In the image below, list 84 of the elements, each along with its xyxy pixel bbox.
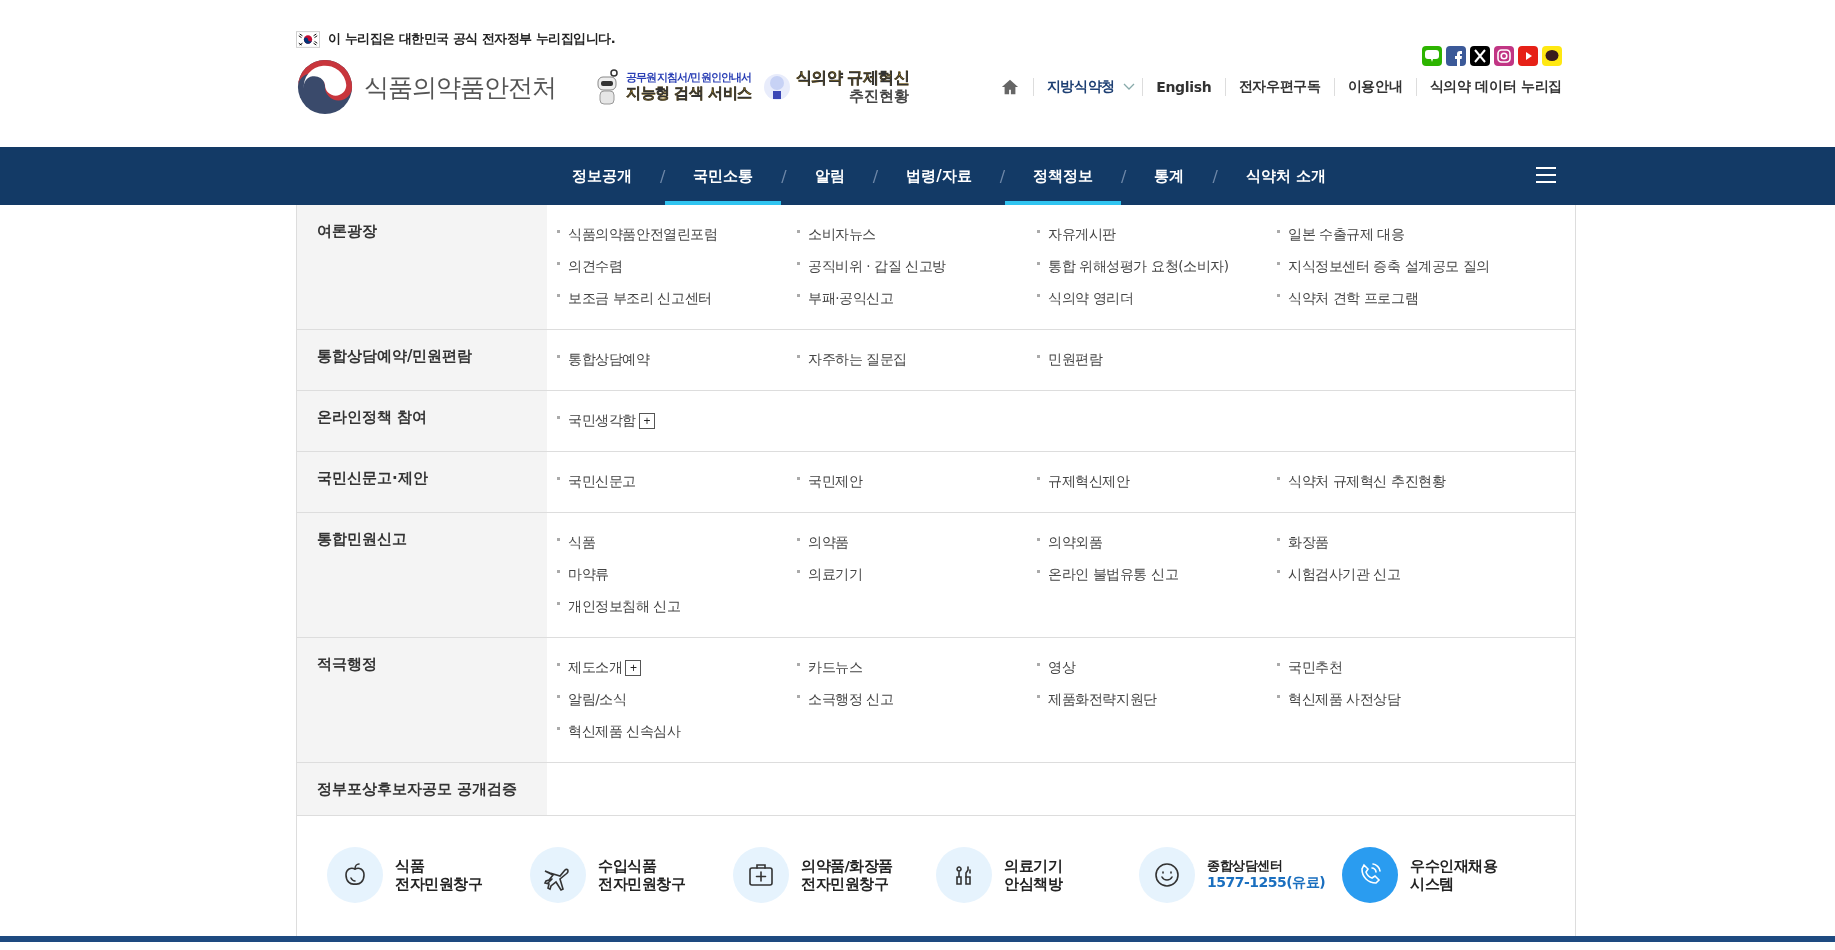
facebook-icon[interactable] xyxy=(1446,46,1466,66)
quick-link[interactable]: 수입식품 전자민원창구 xyxy=(530,847,733,903)
nav-separator: / xyxy=(659,165,666,188)
utility-link[interactable]: 전자우편구독 xyxy=(1238,78,1321,96)
menu-link[interactable]: 식품 xyxy=(568,534,596,552)
nav-tab[interactable]: 정책정보 xyxy=(1005,147,1121,205)
menu-icon[interactable] xyxy=(1536,167,1556,183)
menu-link[interactable]: 의료기기 xyxy=(808,566,863,584)
expand-button[interactable]: + xyxy=(625,660,642,676)
section-heading: 적극행정 xyxy=(317,655,377,673)
section-heading: 국민신문고·제안 xyxy=(317,469,428,487)
menu-link[interactable]: 의약품 xyxy=(808,534,849,552)
nav-tab[interactable]: 식약처 소개 xyxy=(1217,147,1355,205)
nav-tab[interactable]: 통계 xyxy=(1126,147,1213,205)
flag-icon xyxy=(296,30,320,48)
instagram-icon[interactable] xyxy=(1494,46,1514,66)
menu-link[interactable]: 보조금 부조리 신고센터 xyxy=(568,290,712,308)
nav-tab[interactable]: 법령/자료 xyxy=(878,147,1000,205)
quick-link[interactable]: 식품 전자민원창구 xyxy=(327,847,530,903)
quick-link[interactable]: 종합상담센터 1577-1255(유료) xyxy=(1139,847,1342,903)
menu-link[interactable]: 의견수렴 xyxy=(568,258,623,276)
official-site-notice: 이 누리집은 대한민국 공식 전자정부 누리집입니다. xyxy=(328,30,616,48)
nav-separator: / xyxy=(1212,165,1218,188)
nav-separator: / xyxy=(1121,165,1127,188)
menu-link[interactable]: 자유게시판 xyxy=(1048,226,1116,244)
nav-tab[interactable]: 정보공개 xyxy=(543,147,660,205)
menu-link[interactable]: 소비자뉴스 xyxy=(808,226,876,244)
menu-link[interactable]: 식품의약품안전열린포럼 xyxy=(568,226,718,244)
menu-link[interactable]: 제품화전략지원단 xyxy=(1048,691,1157,709)
x-icon[interactable] xyxy=(1470,46,1490,66)
menu-link[interactable]: 알림/소식 xyxy=(568,691,627,709)
menu-link[interactable]: 통합상담예약 xyxy=(568,351,650,369)
banner-link[interactable]: 공무원지침서/민원인안내서 지능형 검색 서비스 xyxy=(592,66,752,108)
nav-tab[interactable]: 국민소통 xyxy=(665,147,782,205)
menu-link[interactable]: 국민추천 xyxy=(1288,659,1343,677)
menu-link[interactable]: 지식정보센터 증축 설계공모 질의 xyxy=(1288,258,1491,276)
menu-link[interactable]: 혁신제품 사전상담 xyxy=(1288,691,1401,709)
quick-link[interactable]: 의료기기 안심책방 xyxy=(936,847,1139,903)
menu-link[interactable]: 통합 위해성평가 요청(소비자) xyxy=(1048,258,1229,276)
menu-link[interactable]: 국민신문고 xyxy=(568,473,636,491)
nav-separator: / xyxy=(999,165,1005,188)
section-heading: 온라인정책 참여 xyxy=(317,408,428,426)
menu-link[interactable]: 온라인 불법유통 신고 xyxy=(1048,566,1179,584)
section-heading: 통합상담예약/민원편람 xyxy=(317,347,473,365)
nav-tab[interactable]: 알림 xyxy=(786,147,873,205)
youtube-icon[interactable] xyxy=(1518,46,1538,66)
utility-link[interactable]: 이용안내 xyxy=(1347,78,1403,96)
section-heading: 정부포상후보자공모 공개검증 xyxy=(317,780,518,798)
menu-link[interactable]: 제도소개 xyxy=(568,659,623,677)
menu-link[interactable]: 마약류 xyxy=(568,566,609,584)
menu-link[interactable]: 식약처 견학 프로그램 xyxy=(1288,290,1419,308)
menu-link[interactable]: 국민제안 xyxy=(808,473,863,491)
banner-link[interactable]: 식의약 규제혁신 추진현황 xyxy=(761,66,910,108)
menu-link[interactable]: 자주하는 질문집 xyxy=(808,351,908,369)
menu-link[interactable]: 혁신제품 신속심사 xyxy=(568,723,681,741)
menu-link[interactable]: 화장품 xyxy=(1288,534,1329,552)
menu-link[interactable]: 국민생각함 xyxy=(568,412,636,430)
section-heading: 통합민원신고 xyxy=(317,530,407,548)
utility-link[interactable]: 식의약 데이터 누리집 xyxy=(1429,78,1562,96)
expand-button[interactable]: + xyxy=(639,413,655,429)
menu-link[interactable]: 의약외품 xyxy=(1048,534,1103,552)
quick-link[interactable]: 우수인재채용 시스템 xyxy=(1342,847,1545,903)
nav-separator: / xyxy=(781,165,787,188)
menu-link[interactable]: 소극행정 신고 xyxy=(808,691,894,709)
menu-link[interactable]: 개인정보침해 신고 xyxy=(568,598,681,616)
nav-separator: / xyxy=(872,165,879,188)
menu-link[interactable]: 부패·공익신고 xyxy=(808,290,894,308)
menu-link[interactable]: 규제혁신제안 xyxy=(1048,473,1130,491)
menu-link[interactable]: 식약처 규제혁신 추진현황 xyxy=(1288,473,1446,491)
logo-icon xyxy=(296,58,354,116)
quick-link[interactable]: 의약품/화장품 전자민원창구 xyxy=(733,847,936,903)
chat-channel-icon[interactable] xyxy=(1542,46,1562,66)
agency-logo-text: 식품의약품안전처 xyxy=(364,71,556,104)
menu-link[interactable]: 공직비위 · 갑질 신고방 xyxy=(808,258,946,276)
section-heading: 여론광장 xyxy=(317,222,377,240)
utility-link[interactable]: English xyxy=(1156,79,1212,95)
menu-link[interactable]: 식의약 영리더 xyxy=(1048,290,1134,308)
menu-link[interactable]: 일본 수출규제 대응 xyxy=(1288,226,1405,244)
menu-link[interactable]: 영상 xyxy=(1048,659,1076,677)
utility-link[interactable]: 지방식약청 xyxy=(1046,78,1116,96)
menu-link[interactable]: 카드뉴스 xyxy=(808,659,863,677)
home-icon[interactable] xyxy=(1000,78,1019,96)
menu-link[interactable]: 민원편람 xyxy=(1048,351,1103,369)
menu-link[interactable]: 시험검사기관 신고 xyxy=(1288,566,1401,584)
